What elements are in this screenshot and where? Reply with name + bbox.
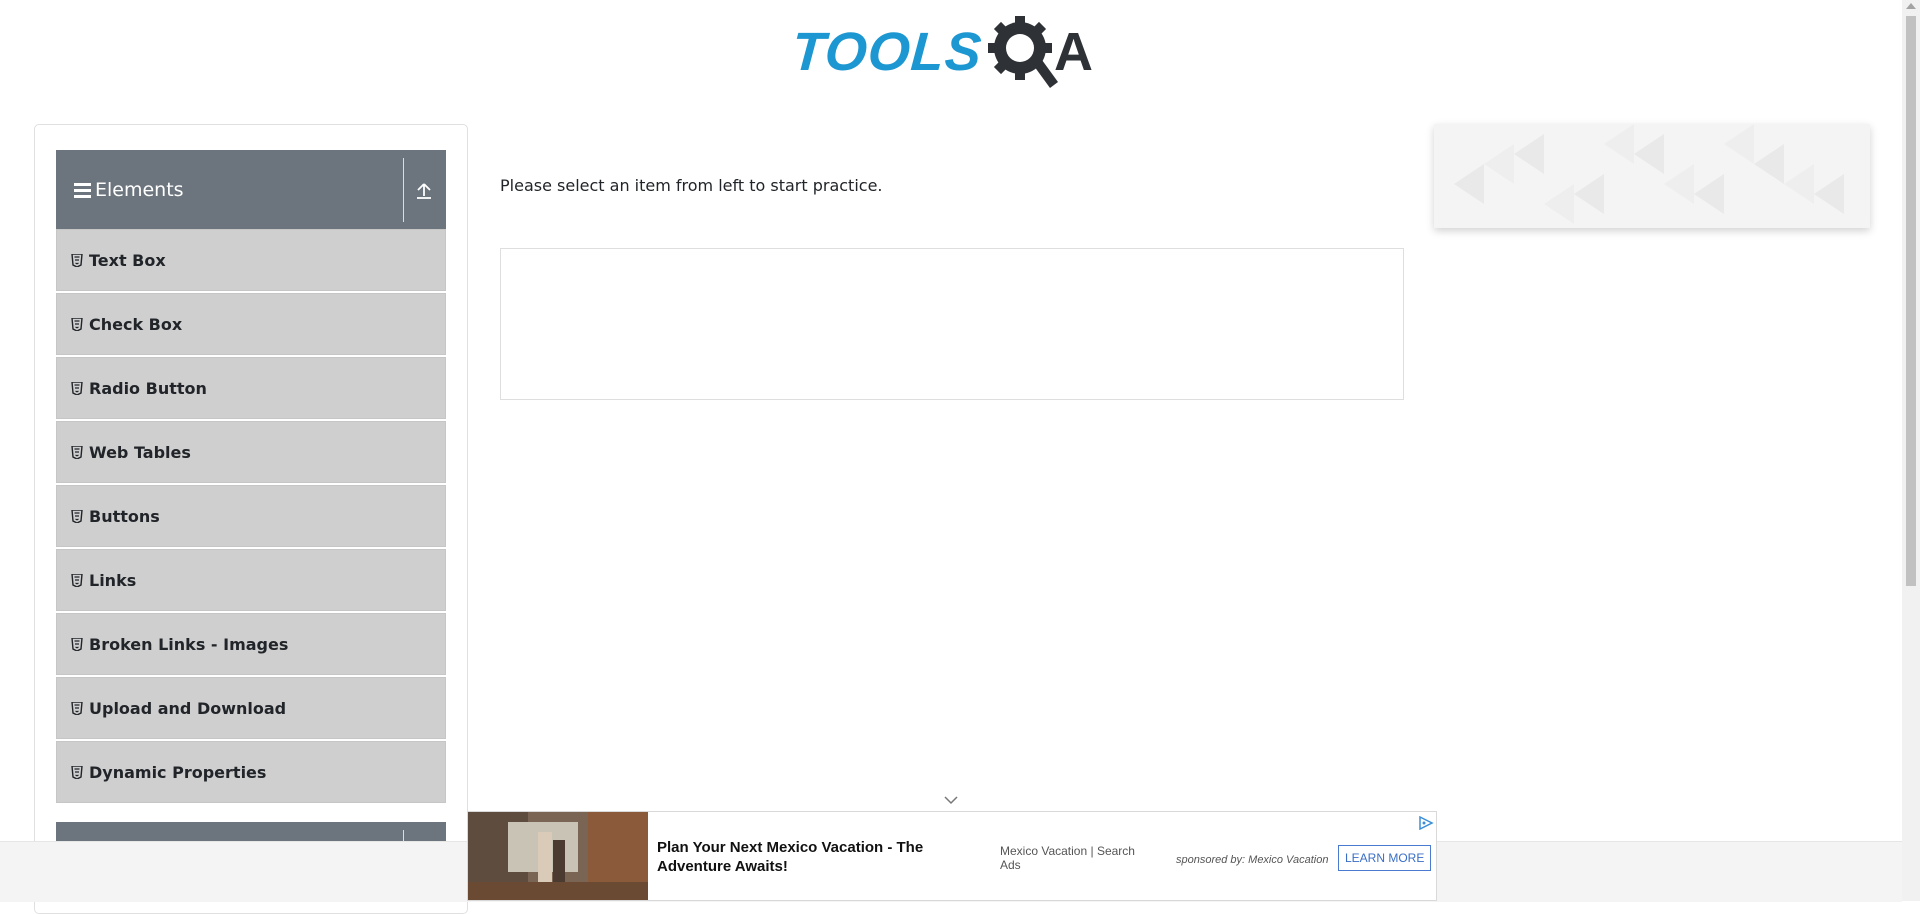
chevron-down-icon[interactable] <box>942 794 960 806</box>
menu-item-upload-and-download[interactable]: Upload and Download <box>56 677 446 739</box>
menu-item-label: Buttons <box>89 506 160 526</box>
html5-icon <box>71 509 83 523</box>
group-title: Elements <box>95 179 184 201</box>
html5-icon <box>71 381 83 395</box>
menu-item-label: Web Tables <box>89 442 191 462</box>
menu-item-label: Upload and Download <box>89 698 287 718</box>
instruction-text: Please select an item from left to start… <box>500 176 883 195</box>
menu-item-label: Check Box <box>89 314 183 334</box>
menu-item-label: Dynamic Properties <box>89 762 267 782</box>
toolsqa-logo[interactable]: TOOLS A <box>789 14 1094 90</box>
bottom-ad-banner[interactable]: Plan Your Next Mexico Vacation - The Adv… <box>467 811 1437 901</box>
html5-icon <box>71 253 83 267</box>
menu-item-check-box[interactable]: Check Box <box>56 293 446 355</box>
group-header-elements[interactable]: Elements <box>56 150 446 230</box>
menu-item-web-tables[interactable]: Web Tables <box>56 421 446 483</box>
menu-item-links[interactable]: Links <box>56 549 446 611</box>
html5-icon <box>71 701 83 715</box>
menu-item-label: Radio Button <box>89 378 207 398</box>
menu-item-broken-links-images[interactable]: Broken Links - Images <box>56 613 446 675</box>
ad-pattern <box>1454 124 1844 224</box>
html5-icon <box>71 637 83 651</box>
ad-source: Mexico Vacation | Search Ads <box>1000 844 1135 872</box>
hamburger-icon <box>74 182 91 198</box>
learn-more-button[interactable]: LEARN MORE <box>1338 845 1432 871</box>
logo-text-tools: TOOLS <box>789 22 985 82</box>
html5-icon <box>71 317 83 331</box>
right-ad-placeholder[interactable] <box>1434 124 1870 228</box>
ad-photo <box>468 812 648 900</box>
ad-headline[interactable]: Plan Your Next Mexico Vacation - The Adv… <box>657 838 957 876</box>
scroll-up-arrow-icon[interactable] <box>1906 3 1916 9</box>
menu-item-dynamic-properties[interactable]: Dynamic Properties <box>56 741 446 803</box>
scroll-thumb[interactable] <box>1906 16 1916 586</box>
header-divider <box>403 158 404 222</box>
menu-item-text-box[interactable]: Text Box <box>56 229 446 291</box>
collapse-arrow-icon[interactable] <box>414 178 434 202</box>
site-header: TOOLS A <box>0 0 1902 110</box>
left-panel: Elements Text Box Check Box Radio Button… <box>34 124 468 914</box>
menu-item-label: Links <box>89 570 137 590</box>
adchoices-icon[interactable] <box>1418 816 1434 830</box>
menu-item-radio-button[interactable]: Radio Button <box>56 357 446 419</box>
html5-icon <box>71 445 83 459</box>
elements-menu-list: Text Box Check Box Radio Button Web Tabl… <box>56 229 446 805</box>
menu-item-buttons[interactable]: Buttons <box>56 485 446 547</box>
menu-item-label: Text Box <box>89 250 166 270</box>
practice-content-area <box>500 248 1404 400</box>
menu-item-label: Broken Links - Images <box>89 634 289 654</box>
page-scrollbar[interactable] <box>1902 0 1920 901</box>
ad-sponsor: sponsored by: Mexico Vacation <box>1176 854 1329 866</box>
logo-text-a: A <box>1054 22 1094 82</box>
gear-magnifier-icon <box>988 16 1059 88</box>
html5-icon <box>71 573 83 587</box>
ad-image[interactable] <box>468 812 648 900</box>
html5-icon <box>71 765 83 779</box>
